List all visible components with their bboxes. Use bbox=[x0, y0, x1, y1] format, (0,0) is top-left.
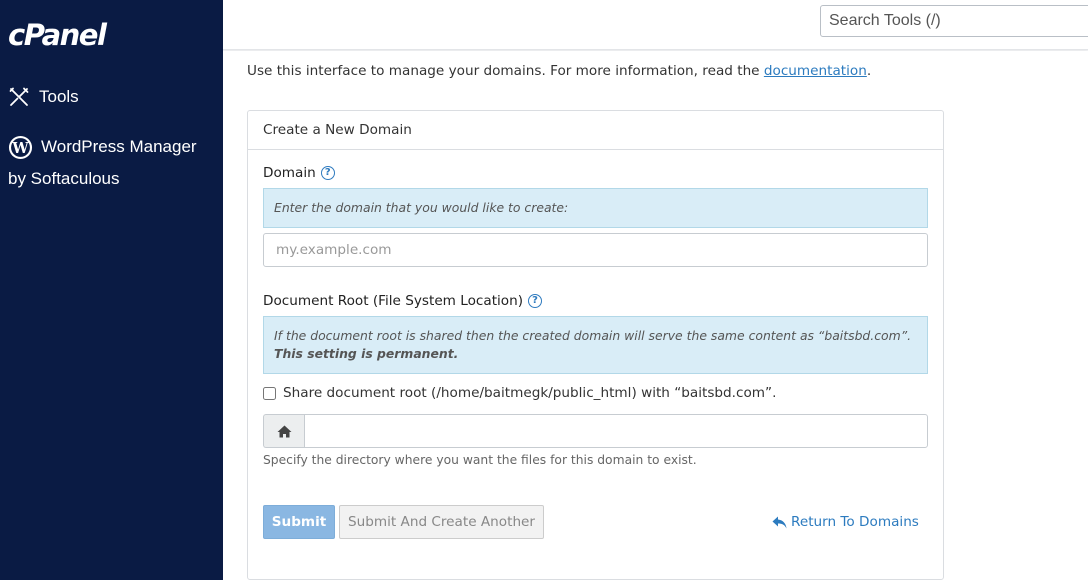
submit-button[interactable]: Submit bbox=[263, 505, 335, 539]
sidebar-item-tools[interactable]: Tools bbox=[8, 86, 79, 108]
docroot-help-icon[interactable]: ? bbox=[528, 294, 543, 308]
intro-text: Use this interface to manage your domain… bbox=[247, 63, 872, 79]
sidebar-item-label: Tools bbox=[39, 87, 79, 106]
svg-text:W: W bbox=[11, 139, 29, 156]
documentation-link[interactable]: documentation bbox=[764, 63, 867, 79]
share-docroot-checkbox-row[interactable]: Share document root (/home/baitmegk/publ… bbox=[263, 385, 776, 401]
home-icon bbox=[277, 425, 291, 437]
docroot-info-box: If the document root is shared then the … bbox=[263, 316, 928, 374]
share-docroot-label: Share document root (/home/baitmegk/publ… bbox=[283, 385, 777, 401]
share-docroot-checkbox[interactable] bbox=[263, 386, 276, 400]
topbar bbox=[223, 0, 1088, 50]
panel-title: Create a New Domain bbox=[248, 111, 943, 150]
sidebar-item-sublabel: by Softaculous bbox=[8, 169, 120, 188]
search-tools-input[interactable] bbox=[820, 5, 1088, 37]
submit-and-create-another-button[interactable]: Submit And Create Another bbox=[339, 505, 544, 539]
docroot-help-text: Specify the directory where you want the… bbox=[263, 453, 697, 467]
tools-icon bbox=[9, 87, 29, 106]
domain-help-icon[interactable]: ? bbox=[320, 166, 335, 180]
reply-arrow-icon bbox=[772, 516, 787, 528]
docroot-input[interactable] bbox=[304, 414, 928, 448]
docroot-label: Document Root (File System Location) ? bbox=[263, 293, 543, 309]
domain-label: Domain ? bbox=[263, 165, 335, 181]
return-to-domains-link[interactable]: Return To Domains bbox=[772, 514, 919, 530]
main-content: Use this interface to manage your domain… bbox=[223, 51, 1088, 580]
domain-input[interactable] bbox=[263, 233, 928, 267]
sidebar-item-label: WordPress Manager bbox=[41, 137, 197, 156]
domain-info-box: Enter the domain that you would like to … bbox=[263, 188, 928, 228]
create-domain-panel: Create a New Domain Domain ? Enter the d… bbox=[247, 110, 944, 580]
docroot-addon bbox=[263, 414, 304, 448]
cpanel-logo[interactable]: cPanel bbox=[8, 18, 107, 52]
sidebar-item-wordpress-manager[interactable]: W WordPress Manager by Softaculous bbox=[8, 131, 218, 195]
docroot-input-group bbox=[263, 414, 928, 448]
wordpress-icon: W bbox=[8, 135, 33, 159]
sidebar: cPanel Tools W WordPress Manager by Soft… bbox=[0, 0, 223, 580]
